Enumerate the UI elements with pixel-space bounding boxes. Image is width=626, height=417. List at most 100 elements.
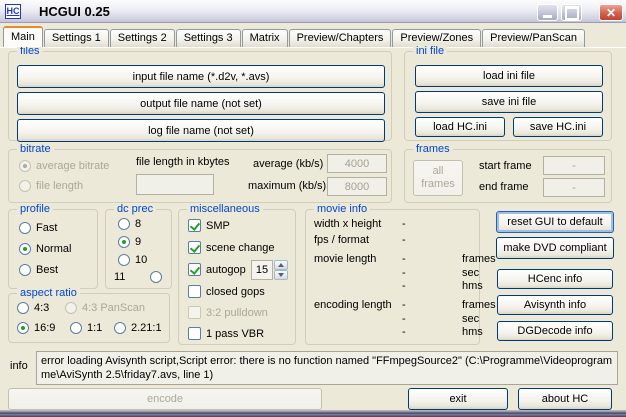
- smp-checkbox[interactable]: SMP: [188, 219, 230, 232]
- aspect-2211-label: 2.21:1: [131, 322, 162, 334]
- app-window: HC HCGUI 0.25 Main Settings 1 Settings 2…: [0, 0, 626, 417]
- aspect-11-radio[interactable]: 1:1: [70, 322, 102, 334]
- aspect-43-panscan-radio: 4:3 PanScan: [65, 302, 145, 314]
- closed-gops-checkbox[interactable]: closed gops: [188, 285, 265, 298]
- load-ini-button[interactable]: load ini file: [415, 65, 603, 87]
- dc-prec-9-radio[interactable]: 9: [118, 236, 141, 248]
- app-icon: HC: [5, 3, 21, 19]
- radio-icon: [114, 322, 126, 334]
- radio-icon: [19, 243, 31, 255]
- frames-group: frames all frames start frame - end fram…: [404, 143, 612, 203]
- background-window-edge: [0, 410, 626, 417]
- dc-prec-8-radio[interactable]: 8: [118, 218, 141, 230]
- tab-settings-1[interactable]: Settings 1: [43, 29, 109, 47]
- closed-gops-label: closed gops: [206, 285, 265, 298]
- ini-file-group-legend: ini file: [413, 45, 448, 57]
- average-bitrate-label: average bitrate: [36, 160, 110, 172]
- checkbox-icon: [188, 306, 201, 319]
- one-pass-vbr-checkbox[interactable]: 1 pass VBR: [188, 327, 264, 340]
- checkbox-icon: [188, 219, 201, 232]
- radio-icon: [17, 322, 29, 334]
- dc-prec-group: dc prec 8 9 10 11: [105, 203, 172, 289]
- tab-settings-3[interactable]: Settings 3: [175, 29, 241, 47]
- autogop-checkbox[interactable]: autogop: [188, 263, 246, 276]
- minimize-button[interactable]: [537, 4, 558, 21]
- file-length-input: [136, 174, 214, 195]
- radio-icon: [65, 302, 77, 314]
- about-hc-button[interactable]: about HC: [518, 388, 612, 410]
- load-hc-ini-button[interactable]: load HC.ini: [415, 117, 505, 137]
- radio-icon: [19, 160, 31, 172]
- aspect-11-label: 1:1: [87, 322, 103, 334]
- tab-settings-2[interactable]: Settings 2: [109, 29, 175, 47]
- aspect-43-label: 4:3: [34, 302, 50, 314]
- checkbox-icon: [188, 327, 201, 340]
- spinner-down-button[interactable]: [274, 270, 288, 280]
- profile-normal-label: Normal: [36, 243, 72, 255]
- end-frame-label: end frame: [479, 181, 529, 193]
- tab-bar: Main Settings 1 Settings 2 Settings 3 Ma…: [3, 26, 586, 47]
- file-length-radio: file length: [19, 180, 83, 192]
- profile-group-legend: profile: [17, 203, 53, 215]
- aspect-169-label: 16:9: [34, 322, 56, 334]
- window-title: HCGUI 0.25: [39, 3, 110, 19]
- dc-prec-10-label: 10: [135, 254, 148, 266]
- input-file-button[interactable]: input file name (*.d2v, *.avs): [17, 65, 385, 88]
- dc-prec-8-label: 8: [135, 218, 142, 230]
- checkbox-icon: [188, 285, 201, 298]
- frames-group-legend: frames: [413, 143, 453, 155]
- dc-prec-9-label: 9: [135, 236, 142, 248]
- main-tab-page: files input file name (*.d2v, *.avs) out…: [0, 45, 626, 410]
- start-frame-label: start frame: [479, 160, 532, 172]
- profile-best-label: Best: [36, 264, 59, 276]
- profile-normal-radio[interactable]: Normal: [19, 243, 71, 255]
- average-kbs-label: average (kb/s): [253, 158, 324, 170]
- dc-prec-10-radio[interactable]: 10: [118, 254, 147, 266]
- close-button[interactable]: [599, 4, 623, 21]
- movie-info-row: - sec: [402, 313, 480, 325]
- all-frames-button: all frames: [413, 160, 463, 196]
- miscellaneous-group-legend: miscellaneous: [187, 203, 263, 215]
- movie-info-row: - sec: [402, 267, 480, 279]
- profile-fast-radio[interactable]: Fast: [19, 222, 57, 234]
- radio-icon: [118, 218, 130, 230]
- aspect-43-radio[interactable]: 4:3: [17, 302, 49, 314]
- dc-prec-11-radio[interactable]: [150, 271, 162, 283]
- file-length-label: file length: [36, 180, 84, 192]
- maximize-button[interactable]: [561, 4, 582, 21]
- make-dvd-compliant-button[interactable]: make DVD compliant: [496, 237, 614, 259]
- profile-fast-label: Fast: [36, 222, 58, 234]
- movie-info-row: encoding length - frames: [314, 299, 496, 311]
- aspect-2211-radio[interactable]: 2.21:1: [114, 322, 162, 334]
- smp-label: SMP: [206, 219, 230, 232]
- dgdecode-info-button[interactable]: DGDecode info: [497, 321, 613, 341]
- radio-icon: [118, 236, 130, 248]
- profile-best-radio[interactable]: Best: [19, 264, 58, 276]
- avisynth-info-button[interactable]: Avisynth info: [497, 295, 613, 315]
- aspect-169-radio[interactable]: 16:9: [17, 322, 55, 334]
- save-hc-ini-button[interactable]: save HC.ini: [513, 117, 603, 137]
- bitrate-group: bitrate average bitrate file length file…: [8, 143, 392, 203]
- average-kbs-input: 4000: [327, 154, 387, 173]
- reset-gui-button[interactable]: reset GUI to default: [496, 211, 614, 233]
- files-group: files input file name (*.d2v, *.avs) out…: [8, 45, 392, 142]
- tab-preview-panscan[interactable]: Preview/PanScan: [482, 29, 585, 47]
- autogop-value-input[interactable]: 15: [251, 260, 273, 280]
- movie-info-row: width x height -: [314, 218, 406, 230]
- file-length-kbytes-label: file length in kbytes: [136, 156, 230, 168]
- spinner-up-button[interactable]: [274, 260, 288, 270]
- exit-button[interactable]: exit: [408, 388, 508, 410]
- output-file-button[interactable]: output file name (not set): [17, 92, 385, 115]
- autogop-label: autogop: [206, 263, 246, 276]
- save-ini-button[interactable]: save ini file: [415, 91, 603, 113]
- miscellaneous-group: miscellaneous SMP scene change autogop 1…: [178, 203, 296, 345]
- scene-change-checkbox[interactable]: scene change: [188, 241, 275, 254]
- scene-change-label: scene change: [206, 241, 275, 254]
- log-file-button[interactable]: log file name (not set): [17, 119, 385, 142]
- tab-main[interactable]: Main: [3, 26, 43, 47]
- tab-preview-chapters[interactable]: Preview/Chapters: [288, 29, 392, 47]
- start-frame-input: -: [543, 156, 605, 175]
- radio-icon: [70, 322, 82, 334]
- hcenc-info-button[interactable]: HCenc info: [497, 269, 613, 289]
- tab-matrix[interactable]: Matrix: [241, 29, 288, 47]
